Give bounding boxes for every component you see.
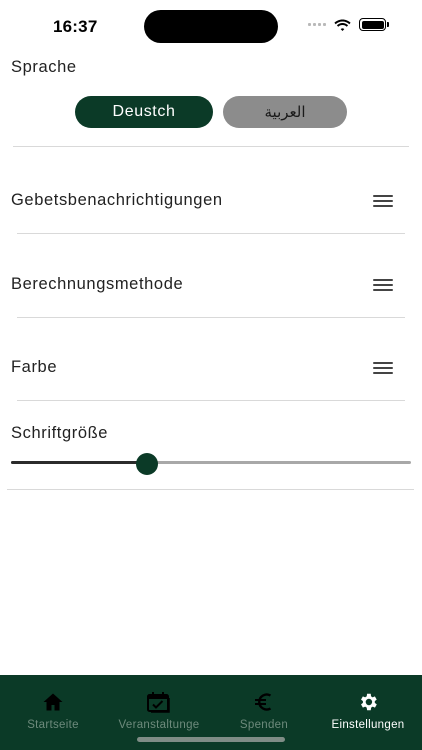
tab-label: Startseite <box>27 719 79 731</box>
gear-icon <box>357 691 379 713</box>
font-size-slider[interactable] <box>11 452 411 475</box>
calendar-check-icon <box>146 691 172 713</box>
divider <box>17 233 405 234</box>
tab-label: Spenden <box>239 719 289 731</box>
language-label: Sprache <box>11 58 77 76</box>
tab-label: Veranstaltunge <box>118 719 200 731</box>
home-icon <box>42 691 64 713</box>
tab-settings[interactable]: Einstellungen <box>318 675 418 737</box>
language-arabic-button[interactable]: العربية <box>223 96 347 128</box>
row-label-calculation-method: Berechnungsmethode <box>11 275 184 293</box>
row-label-color: Farbe <box>11 358 58 376</box>
slider-active-track <box>11 461 147 464</box>
menu-icon[interactable] <box>373 194 393 208</box>
tab-events[interactable]: Veranstaltunge <box>103 675 215 737</box>
signal-icon <box>308 23 326 26</box>
battery-icon <box>359 18 389 31</box>
home-indicator <box>137 737 285 742</box>
divider <box>17 317 405 318</box>
font-size-label: Schriftgröße <box>11 424 109 442</box>
tab-label: Einstellungen <box>331 719 405 731</box>
status-bar: 16:37 <box>0 0 422 52</box>
row-label-prayer-notifications: Gebetsbenachrichtigungen <box>11 191 223 209</box>
wifi-icon <box>334 19 351 31</box>
status-time: 16:37 <box>53 17 98 36</box>
divider <box>13 146 409 147</box>
menu-icon[interactable] <box>373 361 393 375</box>
divider <box>7 489 414 490</box>
slider-thumb[interactable] <box>136 453 158 475</box>
dynamic-island <box>144 10 278 43</box>
tab-home[interactable]: Startseite <box>14 675 92 737</box>
language-german-button[interactable]: Deustch <box>75 96 213 128</box>
euro-icon <box>253 691 275 713</box>
status-icons <box>308 18 389 31</box>
tab-donations[interactable]: Spenden <box>226 675 302 737</box>
divider <box>17 400 405 401</box>
menu-icon[interactable] <box>373 278 393 292</box>
